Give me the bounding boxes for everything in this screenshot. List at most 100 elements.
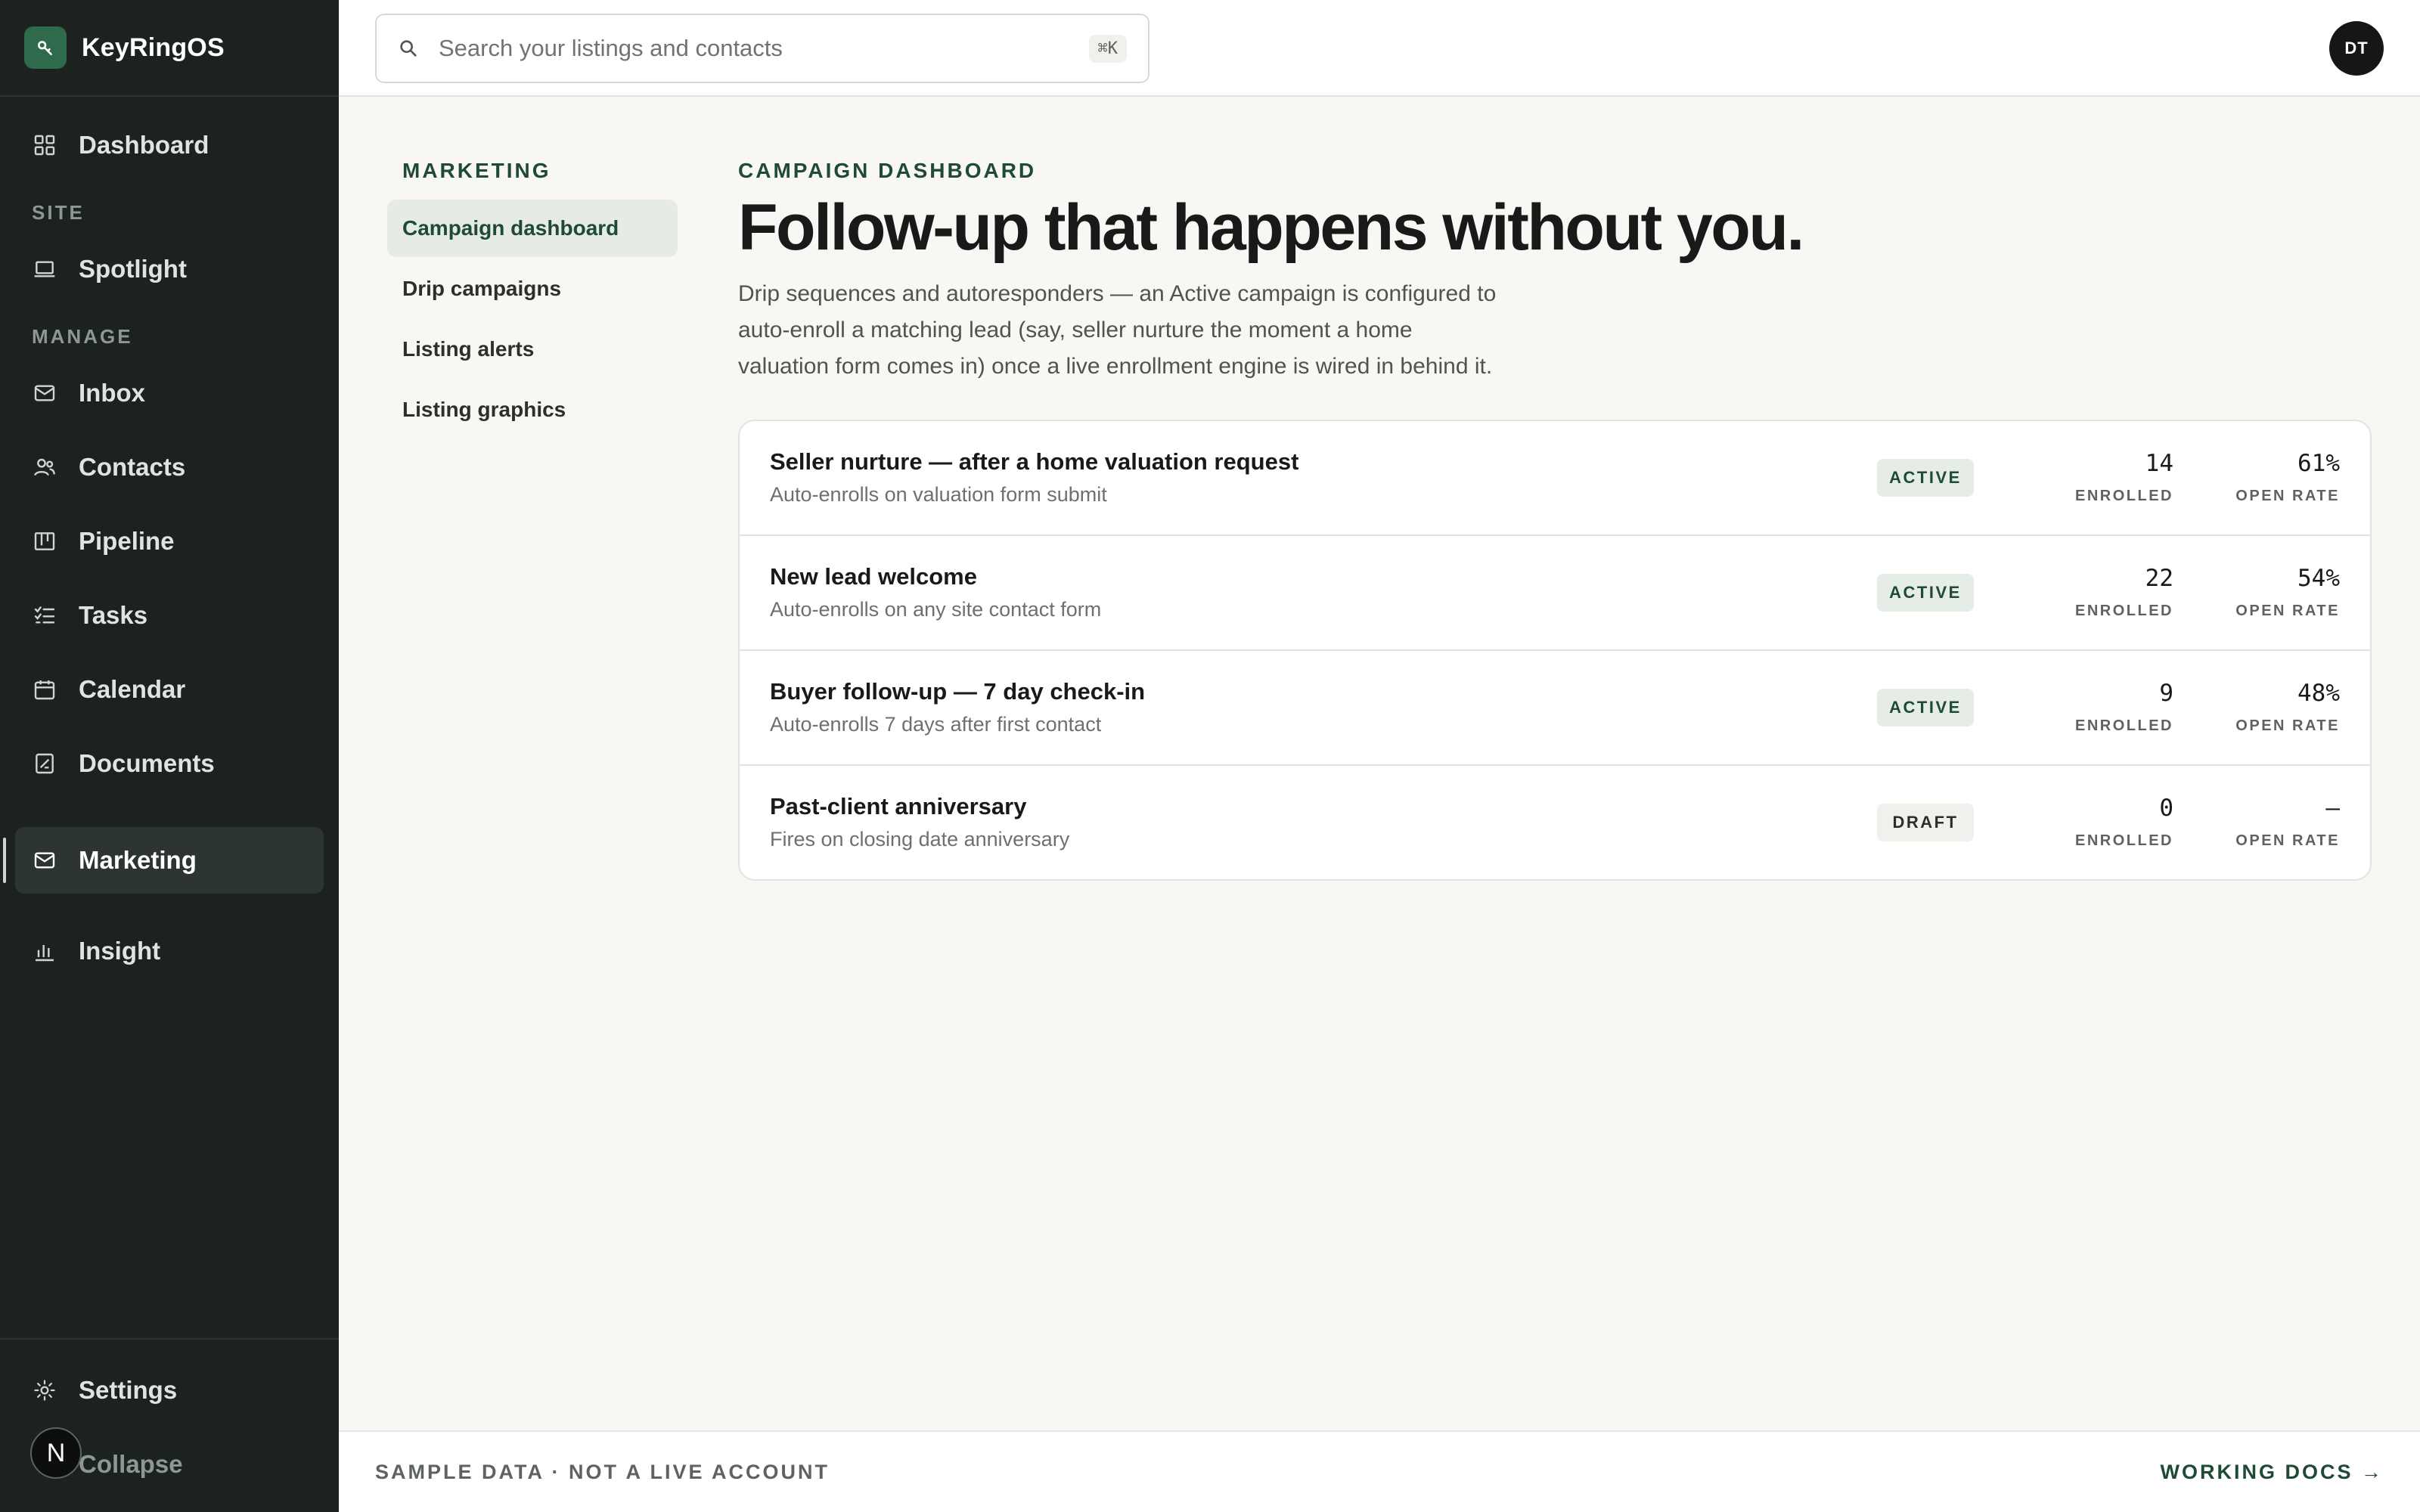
sidebar-item-settings[interactable]: Settings xyxy=(15,1356,324,1424)
campaign-row[interactable]: Seller nurture — after a home valuation … xyxy=(740,421,2370,536)
page-eyebrow: CAMPAIGN DASHBOARD xyxy=(738,159,1037,182)
campaign-title: Buyer follow-up — 7 day check-in xyxy=(770,678,1146,705)
search-box[interactable]: ⌘K xyxy=(375,14,1150,83)
sidebar-item-label: Settings xyxy=(79,1376,178,1404)
status-badge: DRAFT xyxy=(1877,803,1974,841)
enrolled-value: 14 xyxy=(2145,450,2173,478)
enrolled-value: 9 xyxy=(2159,680,2173,708)
open-rate-metric: 61% OPEN RATE xyxy=(2173,450,2340,505)
status-badge: ACTIVE xyxy=(1877,458,1974,497)
sidebar-item-label: Tasks xyxy=(79,601,148,629)
open-rate-value: 48% xyxy=(2297,680,2340,708)
sidebar-item-label: Inbox xyxy=(79,379,145,407)
checklist-icon xyxy=(32,603,57,628)
page-description: Drip sequences and autoresponders — an A… xyxy=(738,280,1497,379)
campaign-row[interactable]: Buyer follow-up — 7 day check-in Auto-en… xyxy=(740,651,2370,766)
topbar: ⌘K DT xyxy=(339,0,2420,97)
campaign-trigger: Auto-enrolls 7 days after first contact xyxy=(770,713,1102,736)
key-icon xyxy=(24,26,67,69)
campaign-title: Past-client anniversary xyxy=(770,793,1027,820)
subnav-item-campaign-dashboard[interactable]: Campaign dashboard xyxy=(387,200,678,257)
campaign-title: New lead welcome xyxy=(770,563,977,590)
laptop-icon xyxy=(32,256,57,282)
open-rate-metric: 54% OPEN RATE xyxy=(2173,565,2340,620)
sidebar-item-documents[interactable]: Documents xyxy=(15,730,324,797)
sidebar-item-label: Spotlight xyxy=(79,255,187,283)
open-rate-label: OPEN RATE xyxy=(2235,603,2340,620)
sidebar-item-dashboard[interactable]: Dashboard xyxy=(15,112,324,178)
sidebar-item-label: Documents xyxy=(79,749,215,777)
mail-icon xyxy=(32,847,57,873)
sidebar-item-inbox[interactable]: Inbox xyxy=(15,360,324,426)
brand[interactable]: KeyRingOS xyxy=(0,0,339,97)
sidebar-item-tasks[interactable]: Tasks xyxy=(15,582,324,649)
enrolled-value: 22 xyxy=(2145,565,2173,593)
enrolled-label: ENROLLED xyxy=(2075,603,2173,620)
sidebar-footer: Settings Collapse xyxy=(0,1338,339,1512)
n-badge[interactable]: N xyxy=(30,1427,82,1479)
section-title-manage: MANAGE xyxy=(32,325,133,348)
sidebar-item-marketing[interactable]: Marketing xyxy=(3,827,324,894)
status-badge: ACTIVE xyxy=(1877,573,1974,612)
enrolled-value: 0 xyxy=(2159,795,2173,823)
open-rate-label: OPEN RATE xyxy=(2235,717,2340,735)
sidebar-nav: Dashboard SITE Spotlight MANAGE Inbox Co… xyxy=(0,97,339,984)
sidebar-item-spotlight[interactable]: Spotlight xyxy=(15,236,324,302)
campaign-trigger: Auto-enrolls on valuation form submit xyxy=(770,483,1107,507)
sidebar-item-label: Insight xyxy=(79,937,161,965)
enrolled-label: ENROLLED xyxy=(2075,717,2173,735)
enrolled-label: ENROLLED xyxy=(2075,832,2173,850)
search-icon xyxy=(398,36,422,60)
sidebar-item-label: Calendar xyxy=(79,675,186,703)
campaign-row[interactable]: Past-client anniversary Fires on closing… xyxy=(740,766,2370,879)
enrolled-metric: 9 ENROLLED xyxy=(2007,680,2173,735)
enrolled-metric: 22 ENROLLED xyxy=(2007,565,2173,620)
status-badge: ACTIVE xyxy=(1877,688,1974,727)
main-content: CAMPAIGN DASHBOARD Follow-up that happen… xyxy=(738,159,2372,881)
open-rate-metric: 48% OPEN RATE xyxy=(2173,680,2340,735)
kanban-icon xyxy=(32,528,57,554)
grid-icon xyxy=(32,132,57,158)
sidebar-item-calendar[interactable]: Calendar xyxy=(15,656,324,723)
marketing-subnav: MARKETING Campaign dashboard Drip campai… xyxy=(387,159,678,442)
sidebar-item-contacts[interactable]: Contacts xyxy=(15,434,324,500)
app-name: KeyRingOS xyxy=(82,33,225,62)
sidebar: KeyRingOS Dashboard SITE Spotlight MANAG… xyxy=(0,0,339,1512)
open-rate-value: — xyxy=(2325,795,2340,823)
campaign-list: Seller nurture — after a home valuation … xyxy=(738,419,2372,881)
campaign-trigger: Auto-enrolls on any site contact form xyxy=(770,598,1102,621)
working-docs-link[interactable]: WORKING DOCS → xyxy=(2161,1461,2384,1484)
users-icon xyxy=(32,454,57,480)
mail-icon xyxy=(32,380,57,406)
enrolled-metric: 14 ENROLLED xyxy=(2007,450,2173,505)
search-input[interactable] xyxy=(439,35,1089,62)
sidebar-item-pipeline[interactable]: Pipeline xyxy=(15,508,324,575)
open-rate-label: OPEN RATE xyxy=(2235,832,2340,850)
sidebar-item-label: Marketing xyxy=(79,846,197,874)
subnav-item-listing-alerts[interactable]: Listing alerts xyxy=(387,321,678,378)
open-rate-value: 54% xyxy=(2297,565,2340,593)
sidebar-item-label: Contacts xyxy=(79,453,186,481)
subnav-item-drip-campaigns[interactable]: Drip campaigns xyxy=(387,260,678,318)
gear-icon xyxy=(32,1377,57,1403)
sidebar-item-label: Pipeline xyxy=(79,527,175,555)
open-rate-label: OPEN RATE xyxy=(2235,488,2340,505)
sidebar-item-label: Dashboard xyxy=(79,131,209,159)
open-rate-metric: — OPEN RATE xyxy=(2173,795,2340,850)
sample-data-notice: SAMPLE DATA · NOT A LIVE ACCOUNT xyxy=(375,1460,830,1483)
campaign-trigger: Fires on closing date anniversary xyxy=(770,828,1070,851)
document-icon xyxy=(32,751,57,776)
section-title-site: SITE xyxy=(32,201,85,224)
campaign-row[interactable]: New lead welcome Auto-enrolls on any sit… xyxy=(740,536,2370,651)
sidebar-item-insight[interactable]: Insight xyxy=(15,918,324,984)
calendar-icon xyxy=(32,677,57,702)
avatar[interactable]: DT xyxy=(2329,21,2384,76)
enrolled-label: ENROLLED xyxy=(2075,488,2173,505)
subnav-item-listing-graphics[interactable]: Listing graphics xyxy=(387,381,678,438)
enrolled-metric: 0 ENROLLED xyxy=(2007,795,2173,850)
campaign-title: Seller nurture — after a home valuation … xyxy=(770,448,1299,476)
page-title: Follow-up that happens without you. xyxy=(738,191,1804,264)
subnav-title: MARKETING xyxy=(402,159,551,182)
